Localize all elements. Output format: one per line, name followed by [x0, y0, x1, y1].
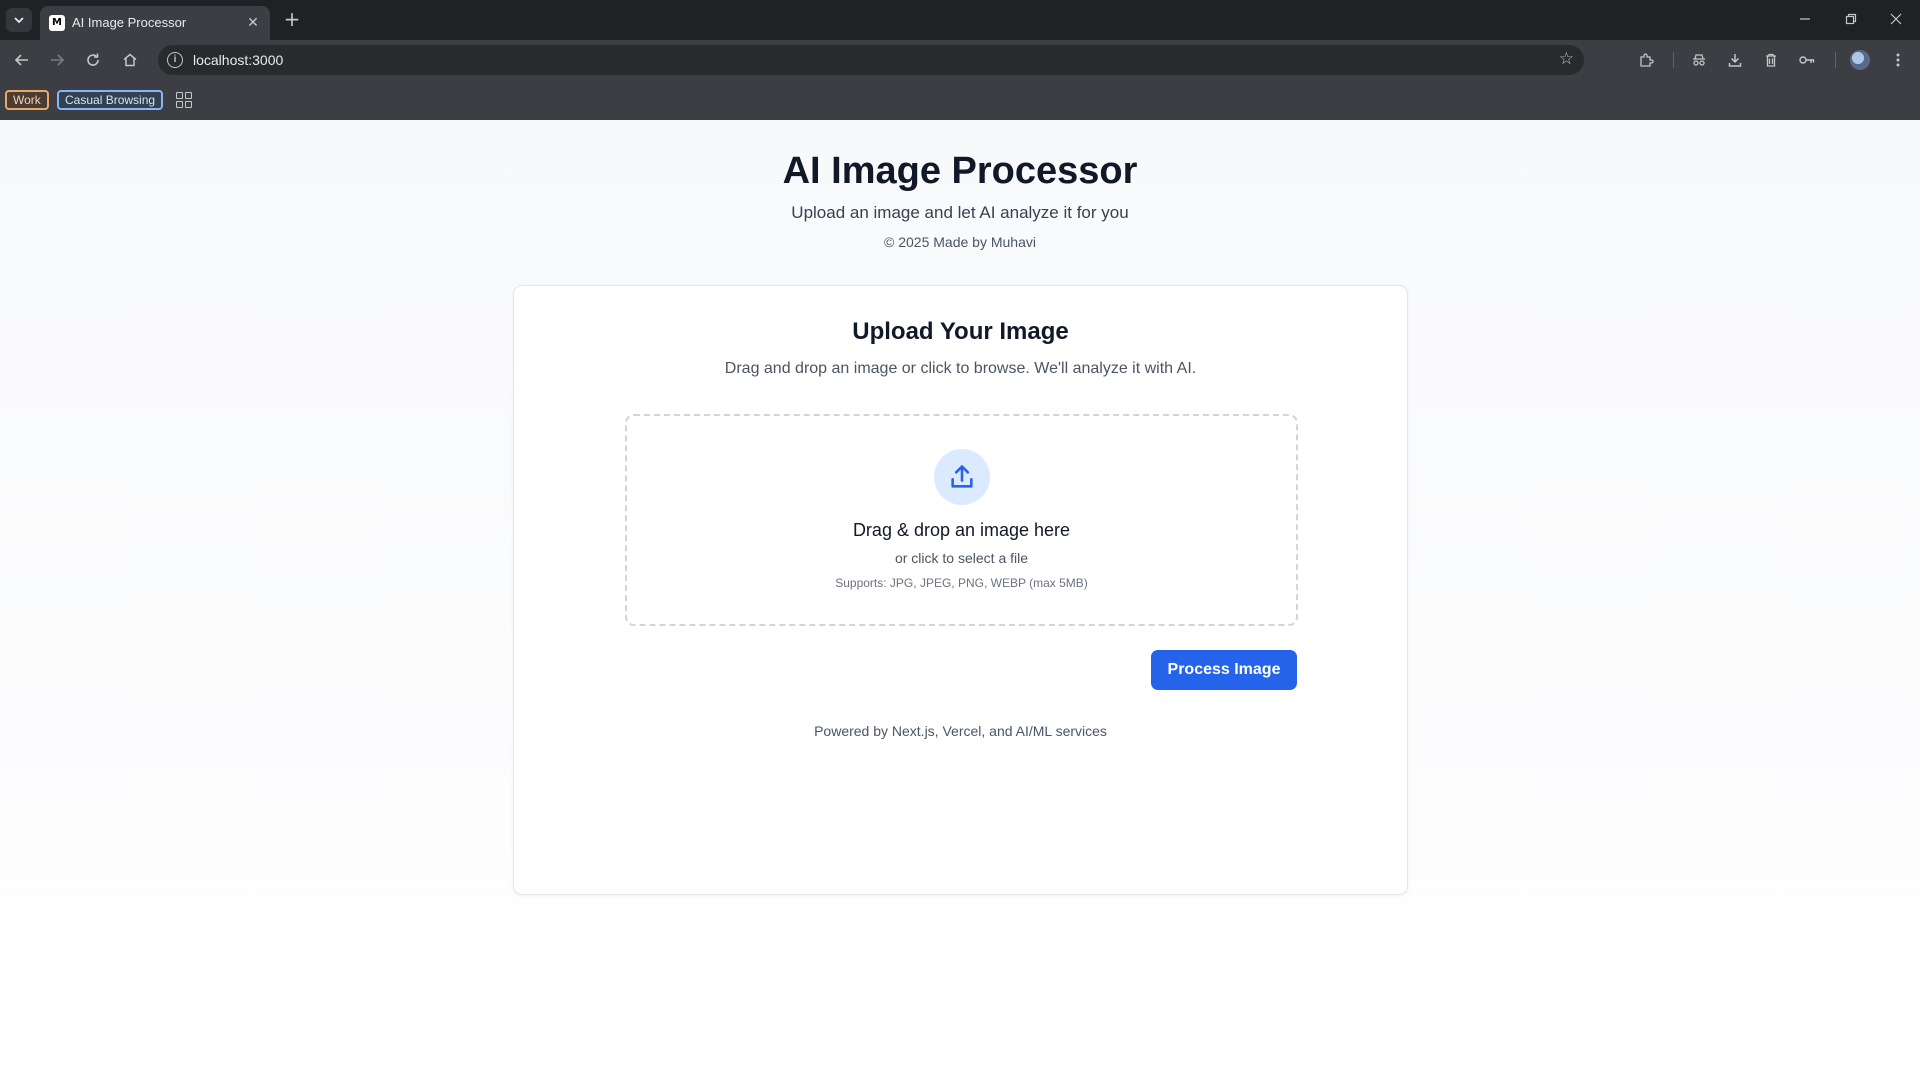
site-info-icon[interactable]: i — [167, 52, 183, 68]
close-window-icon[interactable] — [1876, 7, 1916, 33]
toolbar-divider — [1673, 52, 1674, 68]
upload-icon — [951, 465, 973, 488]
profile-avatar[interactable] — [1850, 50, 1870, 70]
tab-search-button[interactable] — [6, 8, 32, 32]
image-dropzone[interactable]: Drag & drop an image here or click to se… — [625, 414, 1298, 626]
browser-toolbar: i localhost:3000 ☆ — [0, 40, 1920, 80]
address-bar[interactable]: i localhost:3000 ☆ — [158, 45, 1584, 75]
password-key-icon[interactable] — [1793, 46, 1821, 74]
dropzone-subtitle: or click to select a file — [894, 550, 1029, 566]
incognito-icon[interactable] — [1685, 46, 1713, 74]
powered-by-text: Powered by Next.js, Vercel, and AI/ML se… — [814, 723, 1107, 739]
copyright-text: © 2025 Made by Muhavi — [884, 234, 1036, 250]
reload-icon[interactable] — [79, 46, 107, 74]
minimize-icon[interactable] — [1785, 7, 1825, 33]
supported-formats: Supports: JPG, JPEG, PNG, WEBP (max 5MB) — [835, 576, 1088, 590]
new-tab-button[interactable]: + — [281, 9, 303, 31]
download-icon[interactable] — [1721, 46, 1749, 74]
forward-icon[interactable] — [43, 46, 71, 74]
card-description: Drag and drop an image or click to brows… — [724, 360, 1197, 377]
chevron-down-icon — [14, 17, 24, 24]
dropzone-title: Drag & drop an image here — [852, 520, 1071, 540]
tab-close-icon[interactable]: ✕ — [244, 14, 262, 32]
bookmarks-bar: Work Casual Browsing — [0, 80, 1920, 120]
back-icon[interactable] — [8, 46, 36, 74]
bookmark-star-icon[interactable]: ☆ — [1559, 49, 1574, 69]
url-text: localhost:3000 — [193, 52, 284, 68]
upload-icon-badge — [934, 449, 990, 505]
trash-icon[interactable] — [1757, 46, 1785, 74]
page-title: AI Image Processor — [782, 150, 1138, 192]
upload-card: Upload Your Image Drag and drop an image… — [513, 285, 1408, 895]
page-subtitle: Upload an image and let AI analyze it fo… — [791, 203, 1129, 222]
home-icon[interactable] — [116, 46, 144, 74]
browser-tab[interactable]: M AI Image Processor ✕ — [40, 6, 270, 40]
card-title: Upload Your Image — [852, 318, 1069, 345]
process-image-button[interactable]: Process Image — [1151, 650, 1297, 690]
apps-grid-icon[interactable] — [176, 92, 192, 108]
menu-icon[interactable] — [1884, 46, 1912, 74]
tab-group-casual-browsing[interactable]: Casual Browsing — [57, 90, 164, 110]
tab-group-work[interactable]: Work — [5, 90, 49, 110]
favicon-icon: M — [49, 15, 65, 31]
tab-title: AI Image Processor — [72, 15, 187, 30]
toolbar-divider — [1835, 52, 1836, 68]
restore-icon[interactable] — [1831, 7, 1871, 33]
page-content: AI Image Processor Upload an image and l… — [0, 120, 1920, 1078]
tab-strip: M AI Image Processor ✕ + — [0, 0, 1920, 40]
extensions-icon[interactable] — [1632, 46, 1660, 74]
